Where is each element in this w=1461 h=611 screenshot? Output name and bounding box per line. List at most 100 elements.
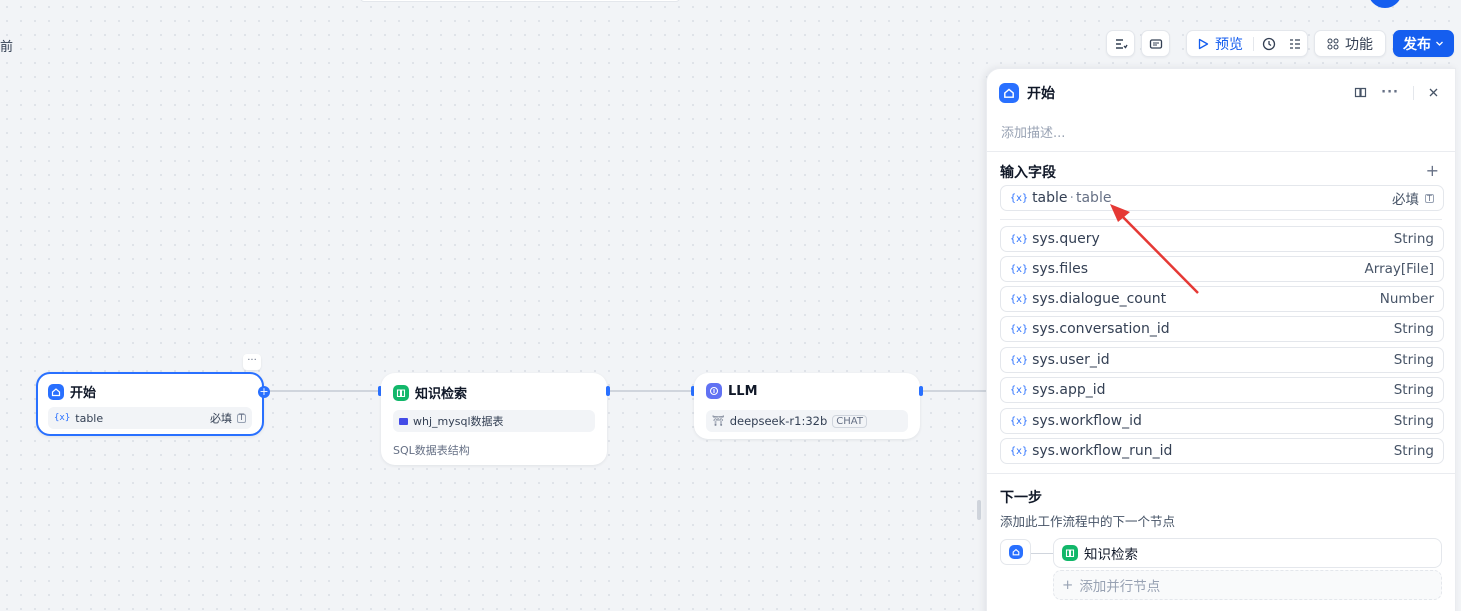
book-icon <box>1062 545 1078 561</box>
system-field-row[interactable]: {x} sys.query String <box>1000 226 1444 252</box>
system-field-row[interactable]: {x} sys.user_id String <box>1000 347 1444 373</box>
book-icon <box>393 384 409 401</box>
field-separator: · <box>1069 190 1074 206</box>
next-step-title: 下一步 <box>1000 490 1042 506</box>
publish-button[interactable]: 发布 <box>1393 30 1454 57</box>
canvas-status-text: 前 <box>0 40 14 55</box>
next-connector <box>1031 553 1053 554</box>
system-field-row[interactable]: {x} sys.dialogue_count Number <box>1000 286 1444 312</box>
variable-icon: {x} <box>1010 445 1029 457</box>
plus-icon: + <box>1062 577 1074 593</box>
more-icon[interactable]: ··· <box>1381 85 1399 100</box>
add-parallel-node-button[interactable]: + 添加并行节点 <box>1053 570 1442 600</box>
system-field-row[interactable]: {x} sys.workflow_id String <box>1000 408 1444 434</box>
divider <box>1000 219 1442 220</box>
system-field-row[interactable]: {x} sys.conversation_id String <box>1000 316 1444 342</box>
system-field-name: sys.workflow_run_id <box>1032 443 1173 459</box>
history-icon[interactable] <box>1262 37 1276 51</box>
preview-group: 预览 <box>1186 30 1308 57</box>
start-node-mini <box>1000 539 1031 565</box>
variable-icon: {x} <box>1010 233 1029 245</box>
next-step-description: 添加此工作流程中的下一个节点 <box>1000 514 1176 529</box>
start-node-var: table <box>75 411 104 425</box>
add-node-handle[interactable]: + <box>258 386 270 398</box>
llm-node[interactable]: LLM ⛩ deepseek-r1:32b CHAT <box>694 373 920 439</box>
required-label: 必填 <box>210 412 232 425</box>
close-icon[interactable] <box>1428 87 1439 98</box>
book-open-icon[interactable] <box>1354 86 1367 99</box>
system-field-type: Number <box>1379 291 1434 307</box>
variable-icon: {x} <box>54 413 71 423</box>
dataset-name: whj_mysql数据表 <box>413 415 504 428</box>
knowledge-node-title: 知识检索 <box>415 387 468 402</box>
system-field-row[interactable]: {x} sys.app_id String <box>1000 377 1444 403</box>
input-field-table[interactable]: {x} table · table 必填 T <box>1000 185 1444 211</box>
add-input-button[interactable]: + <box>1426 161 1439 180</box>
checklist-button[interactable] <box>1106 30 1135 57</box>
system-field-name: sys.user_id <box>1032 352 1110 368</box>
knowledge-retrieval-node[interactable]: 知识检索 whj_mysql数据表 SQL数据表结构 <box>381 373 607 465</box>
system-field-name: sys.workflow_id <box>1032 413 1142 429</box>
home-icon <box>1008 545 1023 559</box>
panel-divider <box>1413 85 1414 100</box>
system-field-row[interactable]: {x} sys.files Array[File] <box>1000 256 1444 282</box>
divider <box>987 473 1455 474</box>
llm-out-port[interactable] <box>919 386 923 396</box>
home-icon <box>48 383 64 400</box>
preview-button[interactable]: 预览 <box>1215 34 1243 54</box>
divider <box>987 151 1455 152</box>
panel-title[interactable]: 开始 <box>1027 83 1055 103</box>
start-node[interactable]: 开始 {x} table 必填 T + <box>36 372 270 436</box>
chevron-down-icon <box>1436 41 1443 46</box>
toolbar-divider <box>1253 36 1254 51</box>
system-field-row[interactable]: {x} sys.workflow_run_id String <box>1000 438 1444 464</box>
model-name: deepseek-r1:32b <box>729 414 828 428</box>
system-field-type: Array[File] <box>1364 261 1434 277</box>
edge-llm-next <box>920 390 986 392</box>
system-field-type: String <box>1393 443 1434 459</box>
annotation-arrow <box>1110 204 1199 294</box>
system-field-type: String <box>1393 382 1434 398</box>
system-field-type: String <box>1393 352 1434 368</box>
system-field-name: sys.conversation_id <box>1032 321 1170 337</box>
node-more-button[interactable]: ··· <box>243 354 261 370</box>
variable-icon: {x} <box>1010 415 1029 427</box>
add-parallel-label: 添加并行节点 <box>1079 579 1161 595</box>
variable-icon: {x} <box>1010 263 1029 275</box>
variable-icon: {x} <box>1010 384 1029 396</box>
model-mode-badge: CHAT <box>832 414 867 428</box>
model-icon: ⛩ <box>712 415 725 427</box>
edge-start-knowledge <box>264 390 380 392</box>
features-label: 功能 <box>1345 36 1373 53</box>
knowledge-out-port[interactable] <box>606 386 610 396</box>
input-fields-title: 输入字段 <box>1000 165 1056 181</box>
knowledge-node-desc: SQL数据表结构 <box>393 444 470 457</box>
next-node-card[interactable]: 知识检索 <box>1053 538 1442 568</box>
variable-icon: {x} <box>1010 354 1029 366</box>
text-input-icon: T <box>1425 193 1434 203</box>
variables-icon[interactable] <box>1288 37 1302 51</box>
avatar[interactable] <box>1368 0 1402 8</box>
variable-icon: {x} <box>1010 323 1029 335</box>
panel-resize-handle[interactable] <box>977 500 981 520</box>
checklist-icon <box>1115 38 1128 49</box>
system-field-type: String <box>1393 413 1434 429</box>
top-card-edge <box>360 0 680 2</box>
system-field-type: String <box>1393 231 1434 247</box>
features-button[interactable]: 功能 <box>1314 30 1386 57</box>
next-node-name: 知识检索 <box>1084 547 1138 563</box>
llm-node-title: LLM <box>728 383 758 399</box>
home-icon <box>999 83 1019 103</box>
llm-icon <box>706 383 722 399</box>
field-var-name: table <box>1032 190 1068 206</box>
description-input[interactable]: 添加描述... <box>1001 122 1065 141</box>
required-label: 必填 <box>1392 192 1419 208</box>
system-field-type: String <box>1393 321 1434 337</box>
play-icon <box>1198 38 1209 49</box>
system-field-name: sys.query <box>1032 231 1100 247</box>
system-field-name: sys.app_id <box>1032 382 1106 398</box>
variable-icon: {x} <box>1010 192 1029 204</box>
system-field-name: sys.files <box>1032 261 1089 277</box>
env-button[interactable] <box>1141 30 1170 57</box>
folder-icon <box>399 417 408 425</box>
